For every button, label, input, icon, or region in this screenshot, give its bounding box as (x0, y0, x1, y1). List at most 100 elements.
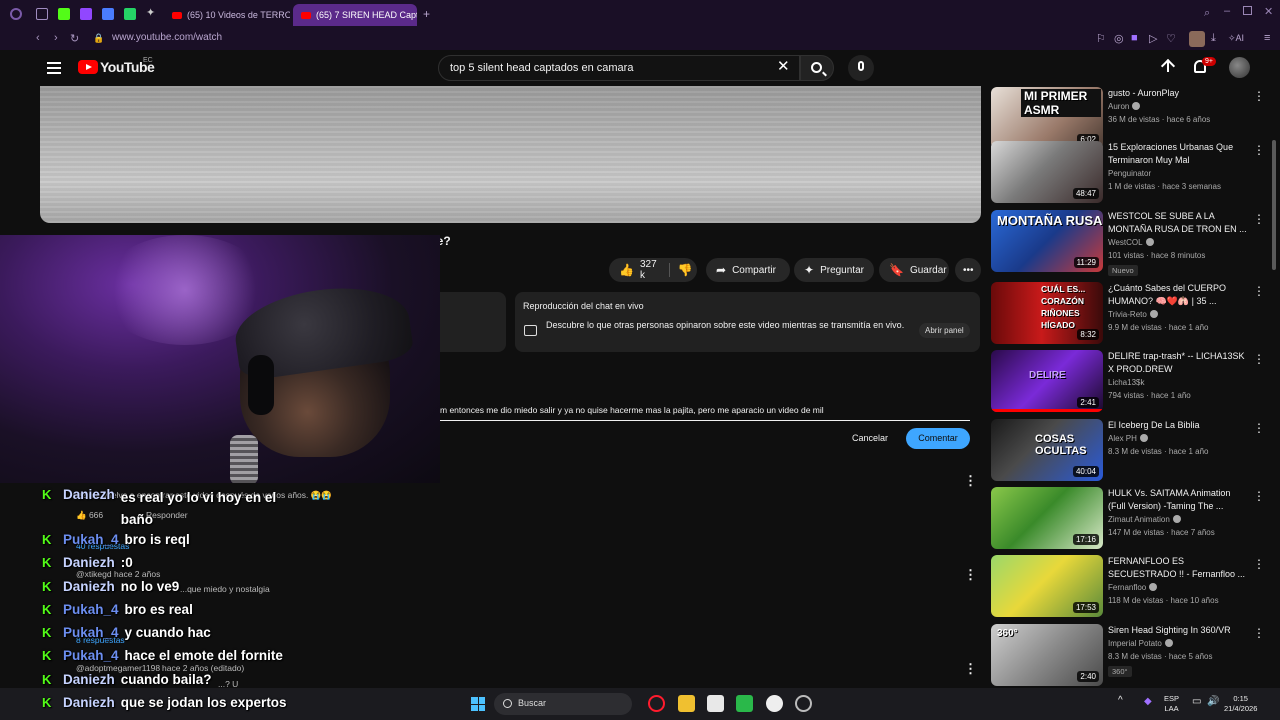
search-tabs-icon[interactable]: ⌕ (1204, 7, 1210, 20)
channel-name[interactable]: Zimaut Animation (1108, 515, 1181, 524)
video-thumbnail[interactable]: 17:53 (991, 555, 1103, 617)
submit-comment-button[interactable]: Comentar (906, 428, 970, 449)
video-thumbnail[interactable]: CUÁL ES... CORAZÓN RIÑONES HÍGADO 8:32 (991, 282, 1103, 344)
ai-button[interactable]: ✧AI (1228, 33, 1244, 44)
app-green-icon[interactable] (736, 695, 753, 712)
channel-name[interactable]: Fernanfloo (1108, 583, 1158, 592)
video-thumbnail[interactable]: MONTAÑA RUSA 11:29 (991, 210, 1103, 272)
youtube-logo-icon[interactable] (78, 60, 98, 74)
video-player[interactable] (40, 86, 981, 223)
chrome-icon[interactable] (795, 695, 812, 712)
more-options-icon[interactable]: ⋮ (1253, 626, 1265, 640)
camera-icon[interactable]: ◎ (1114, 32, 1124, 45)
language-indicator[interactable]: ESP LAA (1164, 694, 1179, 714)
download-icon[interactable]: ⤓ (1211, 32, 1216, 45)
channel-name[interactable]: Imperial Potato (1108, 639, 1173, 648)
video-thumbnail[interactable]: 17:16 (991, 487, 1103, 549)
ask-button[interactable]: ✦ Preguntar (794, 258, 874, 282)
comment-options-icon[interactable] (964, 473, 977, 489)
kick-icon[interactable] (58, 8, 70, 20)
clear-search-icon[interactable]: ✕ (777, 57, 790, 75)
recommendation-item[interactable]: CUÁL ES... CORAZÓN RIÑONES HÍGADO 8:32 ¿… (991, 282, 1265, 344)
whatsapp-icon[interactable] (124, 8, 136, 20)
maximize-icon[interactable] (1243, 6, 1252, 15)
menu-icon[interactable]: ≡ (1264, 32, 1270, 44)
tab-videos-terror[interactable]: (65) 10 Videos de TERROR (164, 4, 290, 26)
video-thumbnail[interactable]: 360° 2:40 (991, 624, 1103, 686)
clock[interactable]: 0:15 21/4/2026 (1224, 694, 1257, 714)
recommendation-item[interactable]: MI PRIMER ASMR 6:02 gusto - AuronPlay Au… (991, 87, 1265, 149)
video-title[interactable]: WESTCOL SE SUBE A LA MONTAÑA RUSA DE TRO… (1108, 210, 1248, 236)
video-title[interactable]: Siren Head Sighting In 360/VR (1108, 624, 1248, 637)
cancel-comment-button[interactable]: Cancelar (852, 433, 888, 443)
tray-overflow-icon[interactable]: ^ (1118, 696, 1123, 706)
channel-name[interactable]: WestCOL (1108, 238, 1154, 247)
comment-options-icon[interactable] (964, 661, 977, 677)
thumbs-down-icon[interactable]: 👎 (678, 263, 693, 277)
store-icon[interactable] (707, 695, 724, 712)
like-button[interactable]: 👍 327 k 👎 (609, 258, 697, 282)
opera-logo-icon[interactable] (10, 8, 22, 20)
forward-icon[interactable]: › (54, 32, 58, 44)
channel-name[interactable]: Trivia-Reto (1108, 310, 1158, 319)
more-options-icon[interactable]: ⋮ (1253, 89, 1265, 103)
comment-input[interactable]: m entonces me dio miedo salir y ya no qu… (440, 405, 824, 415)
more-actions-button[interactable]: ••• (955, 258, 981, 282)
video-title[interactable]: DELIRE trap-trash* -- LICHA13SK X PROD.D… (1108, 350, 1248, 376)
channel-name[interactable]: Licha13$k (1108, 378, 1144, 387)
reload-icon[interactable]: ↻ (70, 32, 79, 45)
sidebar-scrollbar[interactable] (1272, 140, 1276, 270)
search-input[interactable]: top 5 silent head captados en camara (438, 55, 800, 81)
tab-siren-head[interactable]: (65) 7 SIREN HEAD Captado (293, 4, 417, 26)
recommendation-item[interactable]: 17:16 HULK Vs. SAITAMA Animation (Full V… (991, 487, 1265, 549)
description-box[interactable] (440, 292, 506, 352)
open-panel-button[interactable]: Abrir panel (919, 323, 970, 338)
voice-search-button[interactable] (848, 55, 874, 81)
save-button[interactable]: 🔖 Guardar (879, 258, 949, 282)
recommendation-item[interactable]: 48:47 15 Exploraciones Urbanas Que Termi… (991, 141, 1265, 203)
video-thumbnail[interactable]: DELIRE 2:41 (991, 350, 1103, 412)
more-options-icon[interactable]: ⋮ (1253, 284, 1265, 298)
search-button[interactable] (800, 55, 834, 81)
more-options-icon[interactable]: ⋮ (1253, 352, 1265, 366)
close-window-icon[interactable]: ✕ (1264, 5, 1273, 18)
docs-icon[interactable] (102, 8, 114, 20)
more-options-icon[interactable]: ⋮ (1253, 489, 1265, 503)
recommendation-item[interactable]: COSAS OCULTAS 40:04 El Iceberg De La Bib… (991, 419, 1265, 481)
back-icon[interactable]: ‹ (36, 32, 40, 44)
recommendation-item[interactable]: MONTAÑA RUSA 11:29 WESTCOL SE SUBE A LA … (991, 210, 1265, 276)
channel-name[interactable]: Alex PH (1108, 434, 1148, 443)
heart-icon[interactable]: ♡ (1166, 32, 1176, 45)
file-explorer-icon[interactable] (678, 695, 695, 712)
taskbar-search[interactable]: Buscar (494, 693, 632, 715)
channel-name[interactable]: Penguinator (1108, 169, 1151, 178)
recommendation-item[interactable]: 17:53 FERNANFLOO ES SECUESTRADO !! - Fer… (991, 555, 1265, 617)
twitch-icon[interactable] (80, 8, 92, 20)
video-title[interactable]: El Iceberg De La Biblia (1108, 419, 1248, 432)
recommendation-item[interactable]: 360° 2:40 Siren Head Sighting In 360/VR … (991, 624, 1265, 686)
comment-options-icon[interactable] (964, 567, 977, 583)
upload-icon[interactable] (1162, 59, 1174, 75)
video-thumbnail[interactable]: COSAS OCULTAS 40:04 (991, 419, 1103, 481)
volume-icon[interactable]: 🔊 (1207, 697, 1219, 707)
video-title[interactable]: HULK Vs. SAITAMA Animation (Full Version… (1108, 487, 1248, 513)
workspace-icon[interactable] (36, 8, 48, 20)
vpn-icon[interactable]: ■ (1131, 32, 1138, 44)
play-icon[interactable]: ▷ (1149, 32, 1157, 45)
profile-icon[interactable] (1189, 31, 1205, 47)
tray-app-icon[interactable]: ◆ (1144, 697, 1152, 707)
video-thumbnail[interactable]: 48:47 (991, 141, 1103, 203)
new-tab-button[interactable]: + (423, 7, 430, 21)
recommendation-item[interactable]: DELIRE 2:41 DELIRE trap-trash* -- LICHA1… (991, 350, 1265, 412)
more-options-icon[interactable]: ⋮ (1253, 421, 1265, 435)
more-options-icon[interactable]: ⋮ (1253, 212, 1265, 226)
obs-icon[interactable] (766, 695, 783, 712)
more-options-icon[interactable]: ⋮ (1253, 143, 1265, 157)
opera-gx-icon[interactable] (648, 695, 665, 712)
share-button[interactable]: ➦ Compartir (706, 258, 790, 282)
more-options-icon[interactable]: ⋮ (1253, 557, 1265, 571)
minimize-icon[interactable]: – (1224, 5, 1230, 17)
account-avatar[interactable] (1229, 57, 1250, 78)
sparkle-icon[interactable]: ✦ (146, 6, 158, 19)
comment-author[interactable]: @xtikegd (76, 569, 112, 579)
